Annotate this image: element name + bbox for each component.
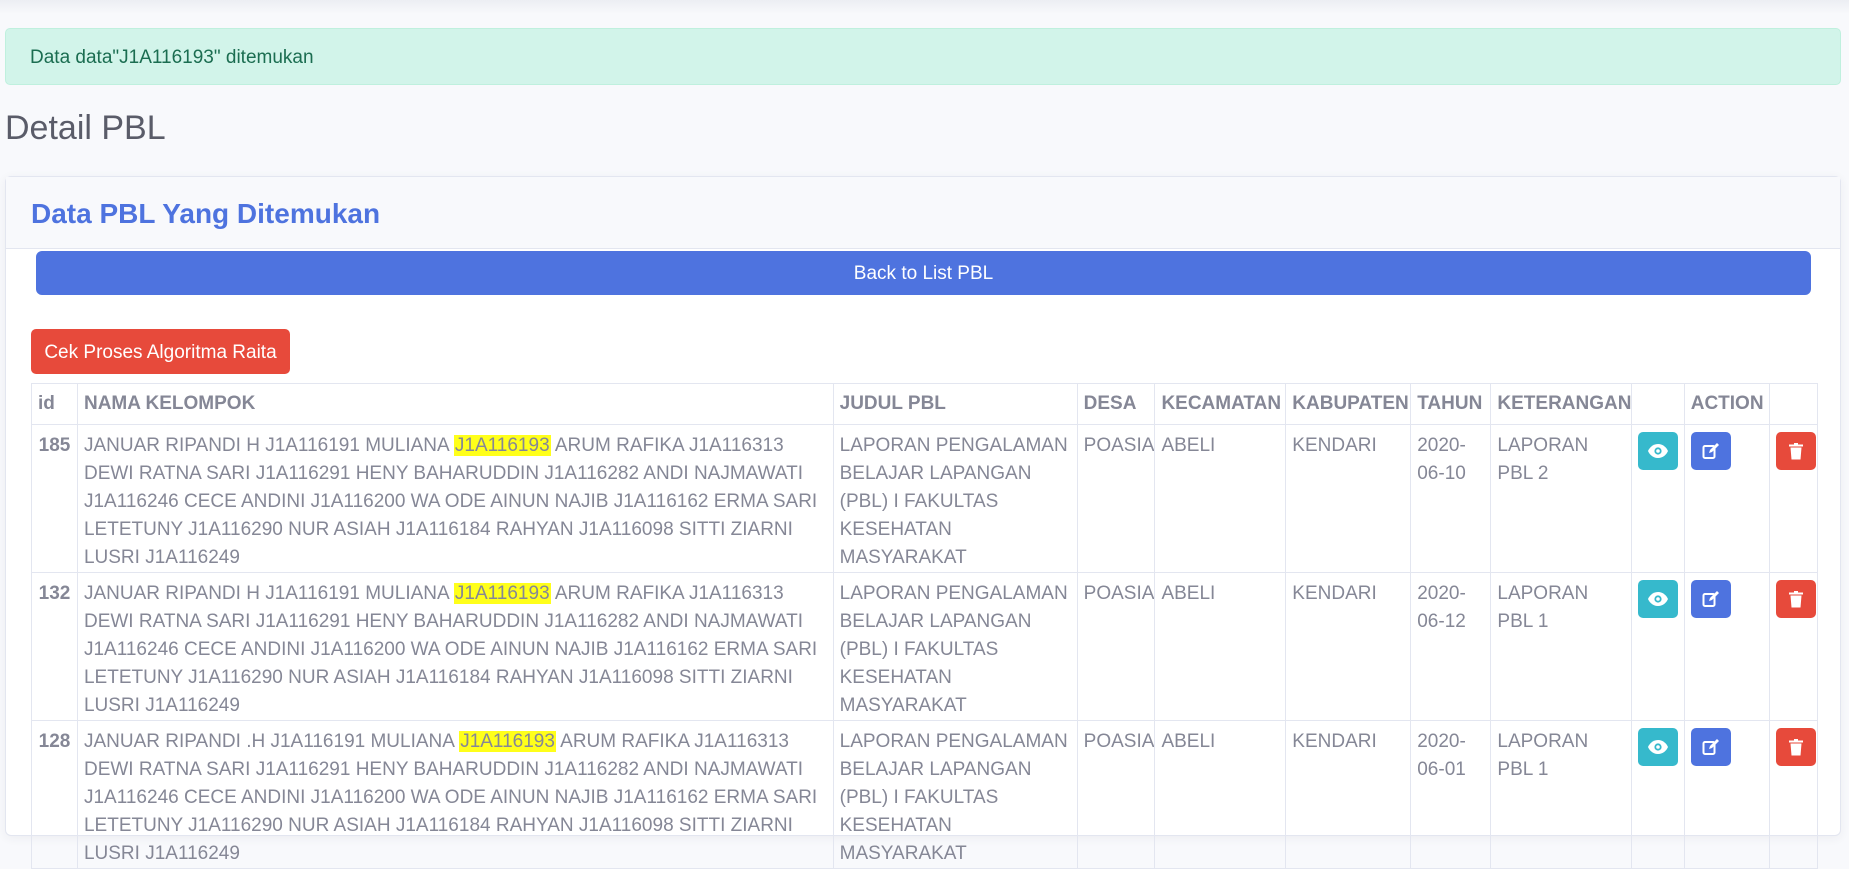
eye-icon (1647, 740, 1668, 754)
delete-button[interactable] (1775, 432, 1816, 470)
col-header-keterangan: KETERANGAN (1490, 383, 1632, 425)
cell-edit (1683, 424, 1770, 573)
col-header-tahun: TAHUN (1410, 383, 1492, 425)
nama-text-before: JANUAR RIPANDI H J1A116191 MULIANA (83, 435, 454, 456)
table-row: 128 JANUAR RIPANDI .H J1A116191 MULIANA … (31, 720, 1819, 869)
cell-keterangan: LAPORAN PBL 2 (1490, 424, 1632, 573)
col-header-desa: DESA (1076, 383, 1156, 425)
cell-kabupaten: KENDARI (1285, 424, 1412, 573)
search-highlight: J1A116193 (453, 435, 551, 456)
cell-nama-kelompok: JANUAR RIPANDI .H J1A116191 MULIANA J1A1… (76, 720, 834, 869)
cell-id: 185 (31, 424, 78, 573)
cek-proses-button[interactable]: Cek Proses Algoritma Raita (31, 329, 290, 374)
cell-id: 132 (31, 572, 78, 721)
view-button[interactable] (1637, 432, 1678, 470)
alert-message: Data data"J1A116193" ditemukan (30, 47, 314, 68)
top-shadow (0, 0, 1849, 14)
cell-desa: POASIA (1076, 572, 1156, 721)
col-header-judul: JUDUL PBL (832, 383, 1078, 425)
cell-desa: POASIA (1076, 424, 1156, 573)
cell-kabupaten: KENDARI (1285, 572, 1412, 721)
trash-icon (1788, 590, 1803, 607)
cell-kabupaten: KENDARI (1285, 720, 1412, 869)
cell-kecamatan: ABELI (1154, 424, 1287, 573)
page-title: Detail PBL (5, 109, 166, 147)
cell-delete (1768, 424, 1819, 573)
cell-tahun: 2020-06-01 (1410, 720, 1492, 869)
col-header-kecamatan: KECAMATAN (1154, 383, 1287, 425)
nama-text-before: JANUAR RIPANDI H J1A116191 MULIANA (83, 583, 454, 604)
cell-delete (1768, 572, 1819, 721)
cell-view (1630, 424, 1685, 573)
card-header: Data PBL Yang Ditemukan (6, 177, 1840, 249)
cell-judul: LAPORAN PENGALAMAN BELAJAR LAPANGAN (PBL… (832, 572, 1078, 721)
cell-desa: POASIA (1076, 720, 1156, 869)
edit-icon (1702, 739, 1719, 755)
cell-tahun: 2020-06-12 (1410, 572, 1492, 721)
edit-icon (1702, 591, 1719, 607)
results-card: Data PBL Yang Ditemukan Back to List PBL… (5, 176, 1841, 869)
cell-tahun: 2020-06-10 (1410, 424, 1492, 573)
table-row: 185 JANUAR RIPANDI H J1A116191 MULIANA J… (31, 424, 1819, 573)
view-button[interactable] (1637, 728, 1678, 766)
eye-icon (1647, 592, 1668, 606)
col-header-kabupaten: KABUPATEN (1285, 383, 1412, 425)
nama-text-before: JANUAR RIPANDI .H J1A116191 MULIANA (83, 731, 460, 752)
cell-edit (1683, 572, 1770, 721)
cell-delete (1768, 720, 1819, 869)
cell-keterangan: LAPORAN PBL 1 (1490, 720, 1632, 869)
search-highlight: J1A116193 (453, 583, 551, 604)
cell-judul: LAPORAN PENGALAMAN BELAJAR LAPANGAN (PBL… (832, 720, 1078, 869)
cell-view (1630, 572, 1685, 721)
cell-nama-kelompok: JANUAR RIPANDI H J1A116191 MULIANA J1A11… (76, 572, 834, 721)
edit-button[interactable] (1690, 728, 1731, 766)
cell-keterangan: LAPORAN PBL 1 (1490, 572, 1632, 721)
trash-icon (1788, 442, 1803, 459)
edit-button[interactable] (1690, 580, 1731, 618)
success-alert: Data data"J1A116193" ditemukan (5, 28, 1841, 85)
cell-nama-kelompok: JANUAR RIPANDI H J1A116191 MULIANA J1A11… (76, 424, 834, 573)
cell-edit (1683, 720, 1770, 869)
col-header-nama: NAMA KELOMPOK (76, 383, 834, 425)
table-header-row: id NAMA KELOMPOK JUDUL PBL DESA KECAMATA… (31, 383, 1819, 425)
search-highlight: J1A116193 (459, 731, 556, 752)
cell-kecamatan: ABELI (1154, 720, 1287, 869)
cell-judul: LAPORAN PENGALAMAN BELAJAR LAPANGAN (PBL… (832, 424, 1078, 573)
delete-button[interactable] (1775, 580, 1816, 618)
cell-id: 128 (31, 720, 78, 869)
view-button[interactable] (1637, 580, 1678, 618)
delete-button[interactable] (1775, 728, 1816, 766)
trash-icon (1788, 738, 1803, 755)
cell-view (1630, 720, 1685, 869)
col-header-id: id (31, 383, 78, 425)
cell-kecamatan: ABELI (1154, 572, 1287, 721)
col-header-blank-2 (1768, 383, 1819, 425)
back-to-list-button[interactable]: Back to List PBL (36, 251, 1811, 295)
eye-icon (1647, 444, 1668, 458)
edit-button[interactable] (1690, 432, 1731, 470)
pbl-table: id NAMA KELOMPOK JUDUL PBL DESA KECAMATA… (31, 383, 1819, 869)
table-row: 132 JANUAR RIPANDI H J1A116191 MULIANA J… (31, 572, 1819, 721)
edit-icon (1702, 443, 1719, 459)
col-header-action: ACTION (1683, 383, 1770, 425)
card-title: Data PBL Yang Ditemukan (31, 198, 381, 229)
col-header-blank (1630, 383, 1685, 425)
